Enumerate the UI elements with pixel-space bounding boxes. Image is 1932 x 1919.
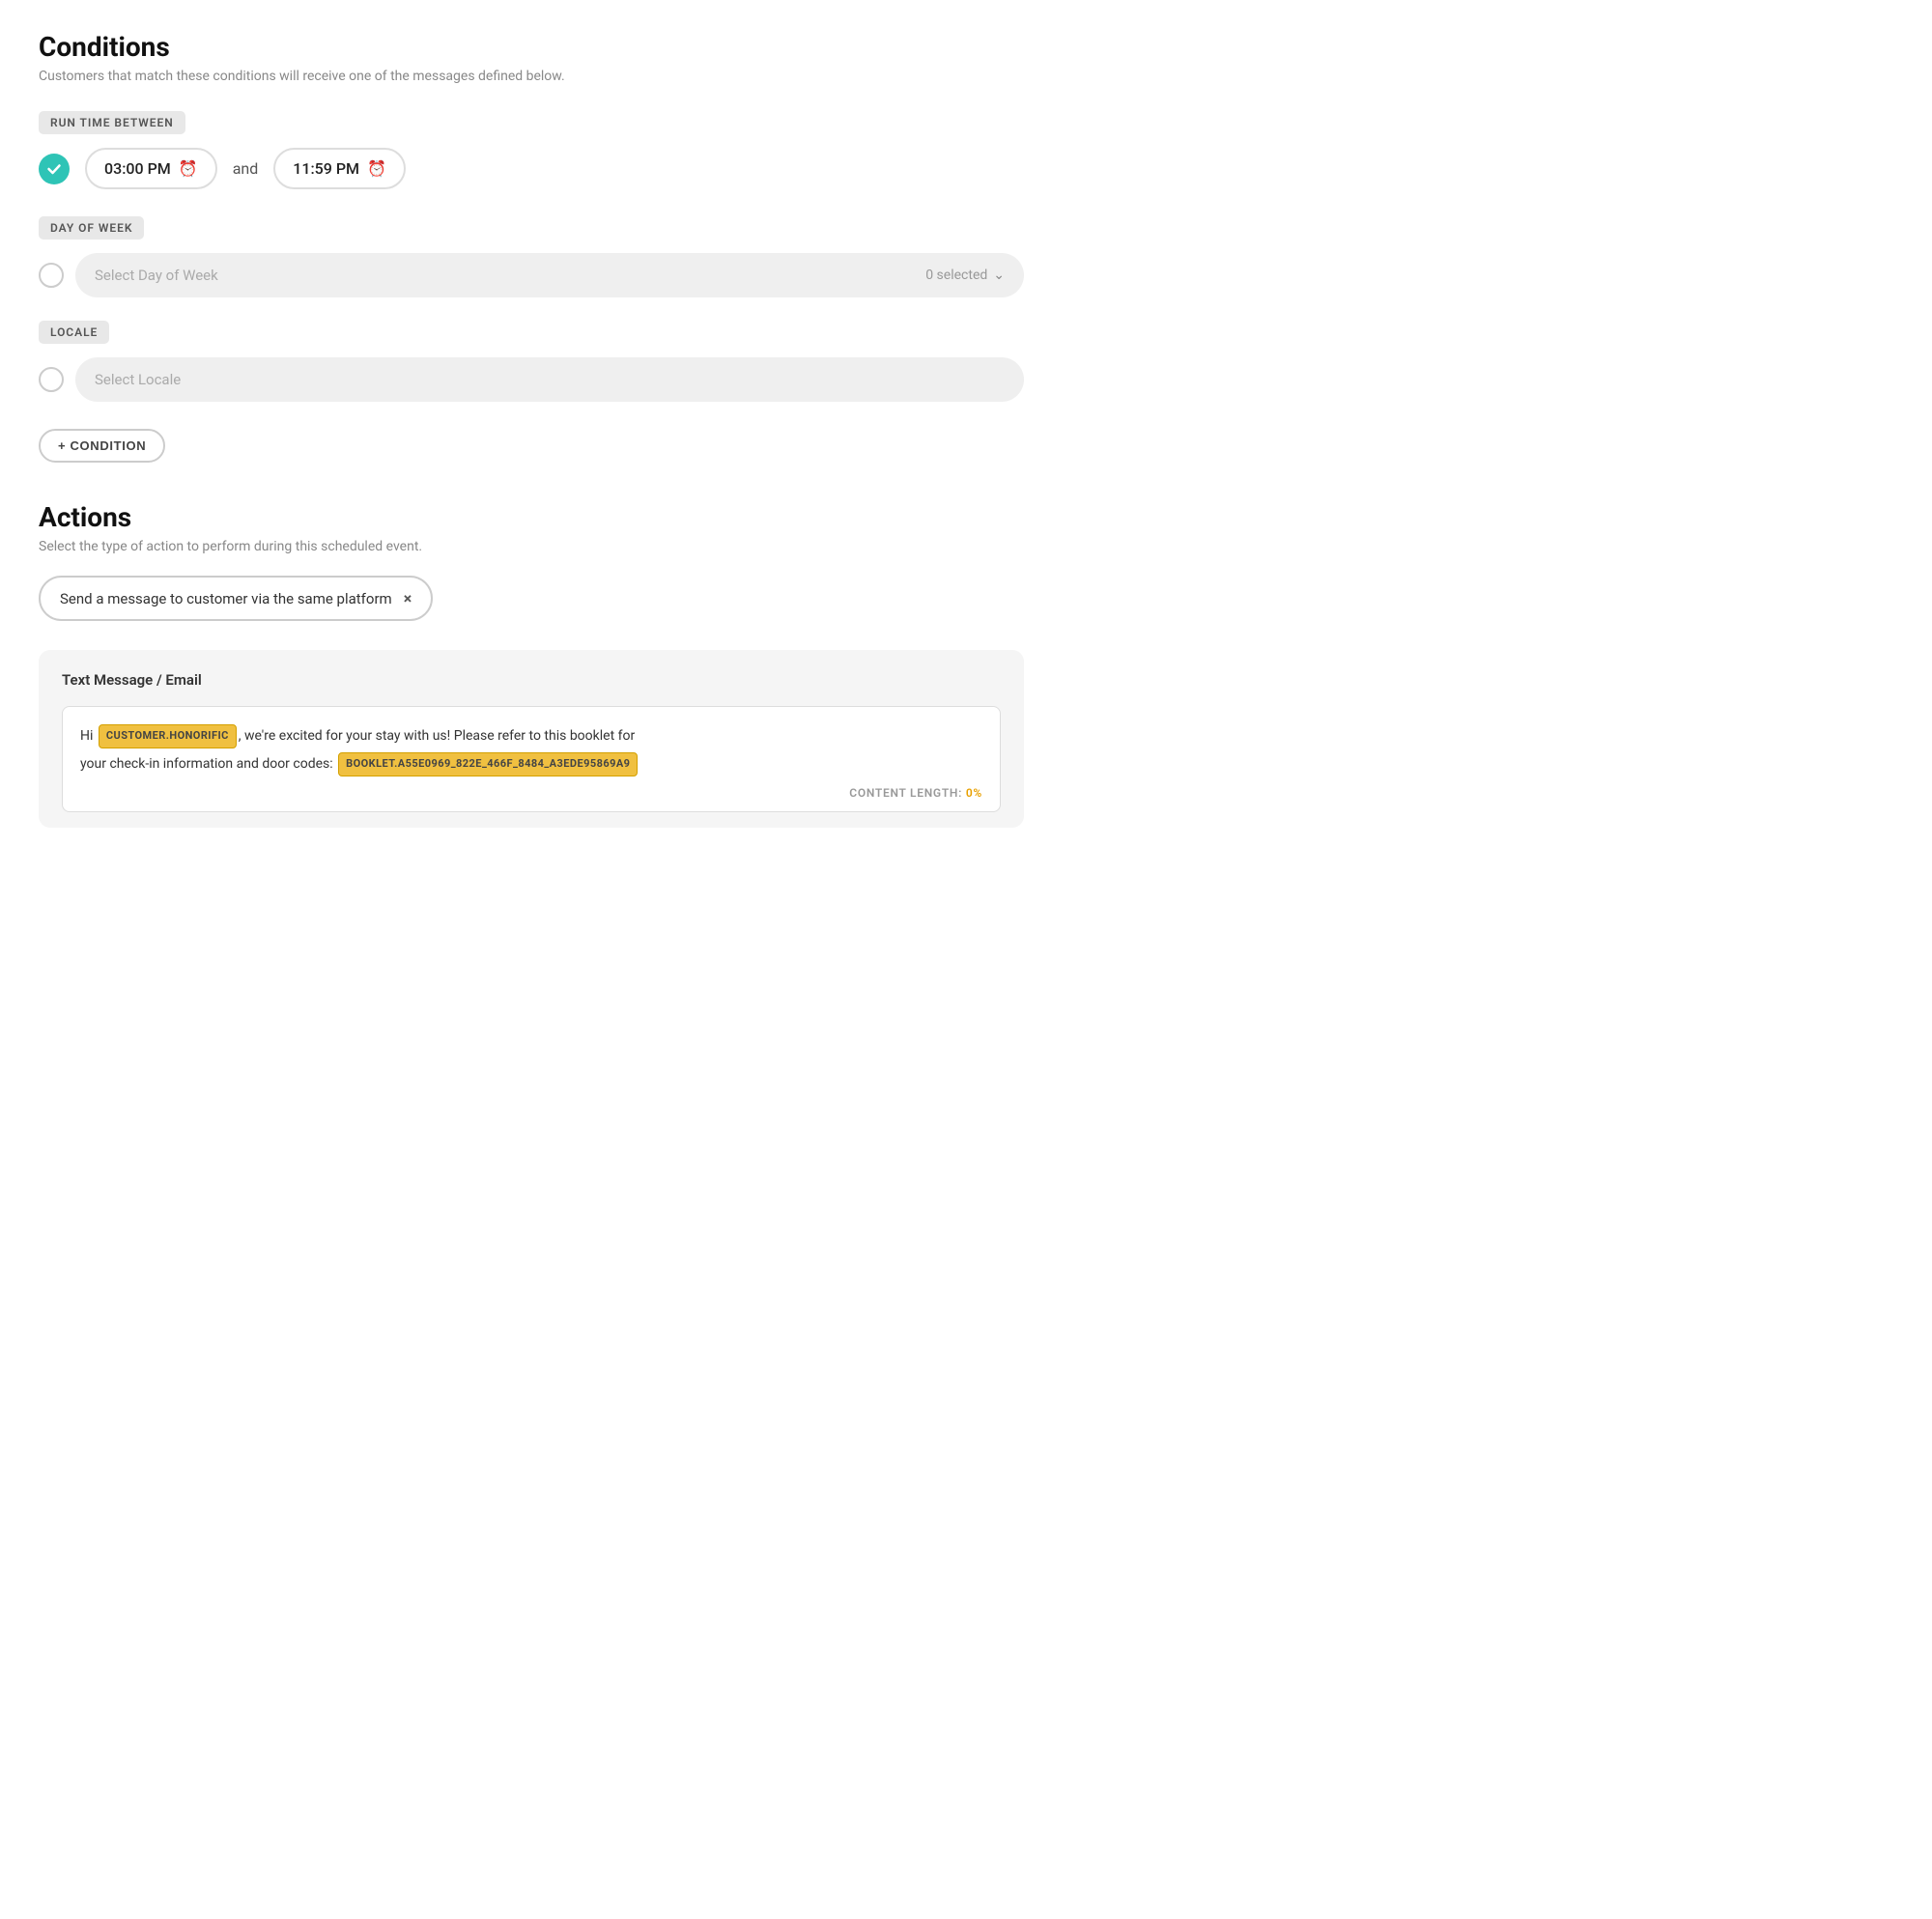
- locale-row: Select Locale: [39, 357, 1024, 402]
- run-time-checkbox[interactable]: [39, 154, 70, 184]
- locale-label: LOCALE: [39, 321, 109, 344]
- content-length-row: CONTENT LENGTH: 0%: [80, 786, 982, 800]
- customer-honorific-tag[interactable]: CUSTOMER.HONORIFIC: [99, 724, 237, 748]
- locale-radio[interactable]: [39, 367, 64, 392]
- time-end-input[interactable]: 11:59 PM ⏰: [273, 148, 406, 189]
- time-start-input[interactable]: 03:00 PM ⏰: [85, 148, 217, 189]
- day-of-week-dropdown[interactable]: Select Day of Week 0 selected ⌄: [75, 253, 1024, 297]
- chevron-down-icon: ⌄: [993, 268, 1005, 283]
- day-of-week-placeholder: Select Day of Week: [95, 267, 218, 284]
- locale-section: LOCALE Select Locale: [39, 321, 1024, 402]
- action-tag-text: Send a message to customer via the same …: [60, 590, 392, 607]
- time-end-value: 11:59 PM: [293, 159, 359, 178]
- message-text-after-tag1: , we're excited for your stay with us! P…: [239, 728, 635, 744]
- actions-subtitle: Select the type of action to perform dur…: [39, 539, 1024, 554]
- message-content-area[interactable]: Hi CUSTOMER.HONORIFIC, we're excited for…: [62, 706, 1001, 812]
- message-box: Text Message / Email Hi CUSTOMER.HONORIF…: [39, 650, 1024, 828]
- day-of-week-radio[interactable]: [39, 263, 64, 288]
- day-of-week-section: DAY OF WEEK Select Day of Week 0 selecte…: [39, 216, 1024, 297]
- action-tag-close-icon[interactable]: ×: [404, 589, 412, 607]
- message-box-title: Text Message / Email: [62, 671, 1001, 689]
- day-of-week-label: DAY OF WEEK: [39, 216, 144, 240]
- and-text: and: [233, 159, 259, 178]
- day-of-week-count: 0 selected ⌄: [925, 268, 1005, 283]
- message-text-line2-before: your check-in information and door codes…: [80, 756, 336, 772]
- content-length-value: 0%: [966, 786, 982, 800]
- clock-icon-end: ⏰: [367, 159, 386, 178]
- message-line-1: Hi CUSTOMER.HONORIFIC, we're excited for…: [80, 724, 982, 748]
- action-tag[interactable]: Send a message to customer via the same …: [39, 576, 433, 621]
- run-time-row: 03:00 PM ⏰ and 11:59 PM ⏰: [39, 148, 1024, 189]
- locale-placeholder: Select Locale: [95, 371, 181, 388]
- time-start-value: 03:00 PM: [104, 159, 171, 178]
- actions-title: Actions: [39, 501, 1024, 533]
- content-length-label: CONTENT LENGTH:: [849, 786, 962, 800]
- message-line-2: your check-in information and door codes…: [80, 752, 982, 776]
- day-of-week-row: Select Day of Week 0 selected ⌄: [39, 253, 1024, 297]
- locale-dropdown[interactable]: Select Locale: [75, 357, 1024, 402]
- conditions-subtitle: Customers that match these conditions wi…: [39, 69, 1024, 84]
- add-condition-button[interactable]: + CONDITION: [39, 429, 165, 463]
- message-text-hi: Hi: [80, 728, 97, 744]
- clock-icon-start: ⏰: [179, 159, 198, 178]
- booklet-tag[interactable]: BOOKLET.A55E0969_822E_466F_8484_A3EDE958…: [338, 752, 638, 776]
- conditions-title: Conditions: [39, 31, 1024, 63]
- run-time-label: RUN TIME BETWEEN: [39, 111, 185, 134]
